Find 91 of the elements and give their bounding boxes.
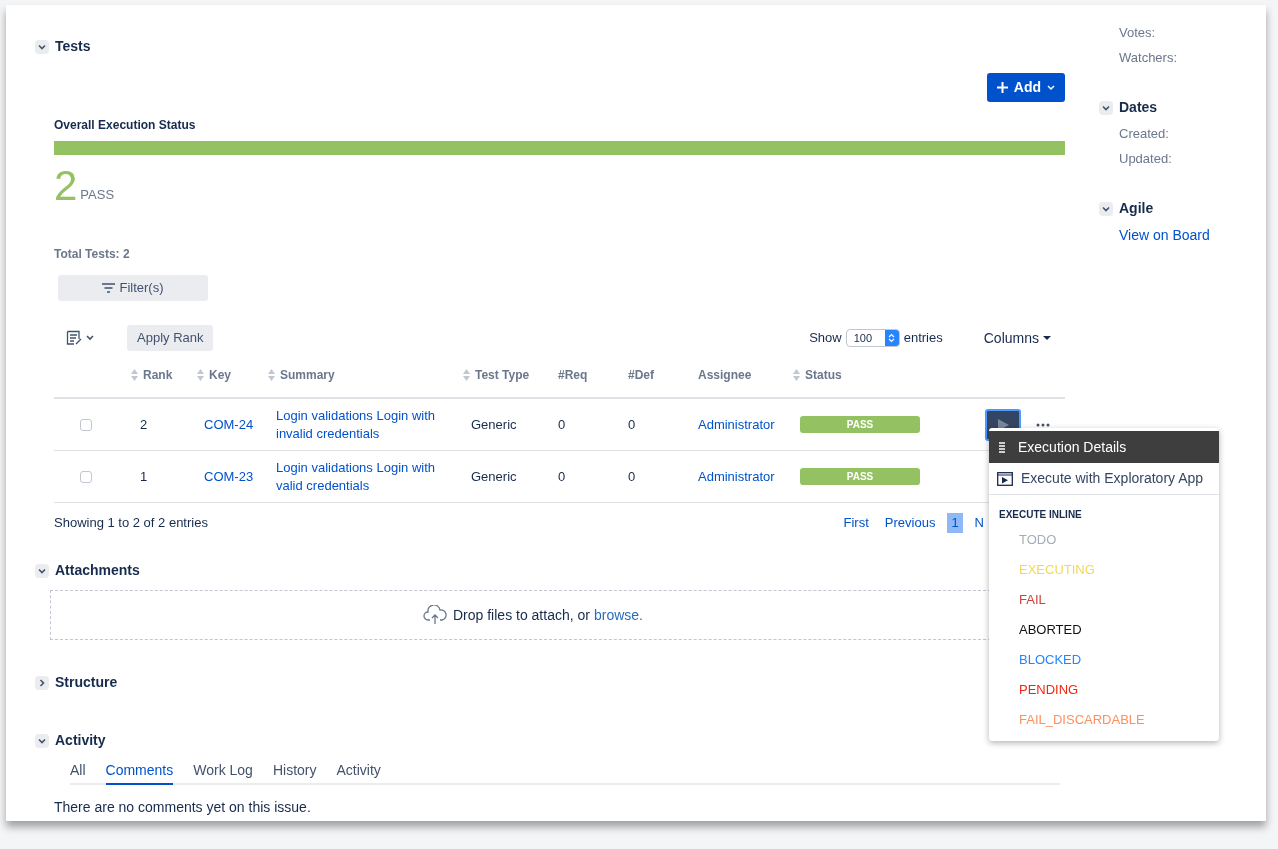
video-window-icon xyxy=(997,471,1013,486)
collapse-toggle[interactable] xyxy=(35,733,49,748)
test-type-cell-text: Generic xyxy=(470,467,518,486)
column-header[interactable]: Summary xyxy=(280,366,335,384)
status-badge: PASS xyxy=(800,468,920,485)
activity-tab[interactable]: History xyxy=(272,760,317,785)
pass-count: 2 xyxy=(54,165,78,207)
column-header[interactable]: Rank xyxy=(143,366,173,384)
show-label: Show xyxy=(809,329,842,348)
column-header[interactable]: Test Type xyxy=(475,366,530,384)
section-title: Activity xyxy=(55,731,106,750)
status-option[interactable]: FAIL xyxy=(1019,585,1046,615)
issue-key-link[interactable]: COM-23 xyxy=(197,466,254,487)
row-checkbox[interactable] xyxy=(80,470,92,483)
collapse-toggle[interactable] xyxy=(1099,201,1113,216)
section-title: Dates xyxy=(1119,98,1158,117)
field-label: Watchers: xyxy=(1119,49,1179,67)
plus-icon xyxy=(996,82,1008,93)
rank-cell-text: 2 xyxy=(139,415,149,434)
filter-icon xyxy=(102,283,116,293)
filter-button[interactable]: Filter(s) xyxy=(58,275,208,301)
status-badge: PASS xyxy=(800,416,920,433)
showing-entries: Showing 1 to 2 of 2 entries xyxy=(54,514,208,533)
section-title: Tests xyxy=(55,37,91,56)
pagination-link[interactable]: N xyxy=(970,513,988,533)
collapse-toggle[interactable] xyxy=(35,563,49,578)
rank-cell-text: 1 xyxy=(139,467,149,486)
list-icon xyxy=(999,441,1005,453)
chevron-icon xyxy=(1102,204,1110,213)
menu-item[interactable]: Execution Details xyxy=(989,431,1219,463)
menu-item[interactable]: Execute with Exploratory App xyxy=(989,463,1219,495)
caret-icon xyxy=(1047,84,1055,91)
bulk-edit-button[interactable] xyxy=(66,330,94,346)
req-count-cell-text: 0 xyxy=(557,467,567,486)
column-header[interactable]: Key xyxy=(209,366,231,384)
browse-link[interactable]: browse. xyxy=(593,604,643,626)
total-tests: Total Tests: 2 xyxy=(54,246,131,263)
pagination-link[interactable]: Previous xyxy=(880,513,940,533)
test-type-cell-text: Generic xyxy=(470,415,518,434)
pass-label: PASS xyxy=(80,185,115,204)
assignee-link[interactable]: Administrator xyxy=(693,466,793,487)
menu-section-title: EXECUTE INLINE xyxy=(999,508,1083,522)
section-title: Structure xyxy=(55,673,118,692)
column-header[interactable]: Assignee xyxy=(698,366,752,384)
field-label: Created: xyxy=(1119,125,1170,143)
more-icon xyxy=(1036,422,1050,427)
column-header[interactable]: Status xyxy=(805,366,842,384)
expand-toggle[interactable] xyxy=(35,675,49,690)
def-count-cell-text: 0 xyxy=(627,415,637,434)
status-option[interactable]: BLOCKED xyxy=(1019,645,1082,675)
status-option[interactable]: ABORTED xyxy=(1019,615,1082,645)
column-header[interactable]: #Def xyxy=(628,366,654,384)
field-label: Votes: xyxy=(1119,24,1157,42)
def-count-cell-text: 0 xyxy=(627,467,637,486)
status-option[interactable]: PENDING xyxy=(1019,675,1079,705)
pagination-link[interactable]: First xyxy=(839,513,873,533)
overall-status-label: Overall Execution Status xyxy=(54,117,197,134)
collapse-toggle[interactable] xyxy=(35,39,49,54)
summary-link[interactable]: Login validations Login with valid credentials xyxy=(268,458,463,495)
activity-tab[interactable]: Activity xyxy=(336,760,381,785)
column-header[interactable]: #Req xyxy=(558,366,588,384)
activity-tab[interactable]: All xyxy=(70,760,86,785)
chevron-icon xyxy=(38,678,46,687)
stepper-icon xyxy=(888,333,896,343)
section-title: Attachments xyxy=(55,561,140,580)
add-button[interactable]: Add xyxy=(986,73,1065,102)
chevron-icon xyxy=(38,736,46,745)
cloud-upload-icon xyxy=(423,605,447,625)
section-title: Agile xyxy=(1119,199,1154,218)
caret-icon xyxy=(86,335,94,341)
assignee-link[interactable]: Administrator xyxy=(693,414,793,435)
collapse-toggle[interactable] xyxy=(1099,100,1113,115)
empty-comments-message: There are no comments yet on this issue. xyxy=(54,798,312,817)
list-edit-icon xyxy=(66,330,82,346)
entries-select[interactable]: 100 xyxy=(845,329,900,347)
req-count-cell-text: 0 xyxy=(557,415,567,434)
chevron-icon xyxy=(38,42,46,51)
chevron-icon xyxy=(1102,103,1110,112)
chevron-icon xyxy=(38,566,46,575)
drop-text: Drop files to attach, or xyxy=(453,605,590,625)
summary-link[interactable]: Login validations Login with invalid credentials xyxy=(268,406,463,443)
apply-rank-button[interactable]: Apply Rank xyxy=(127,325,214,351)
view-on-board-link[interactable]: View on Board xyxy=(1119,225,1210,246)
entries-label: entries xyxy=(903,329,943,348)
issue-key-link[interactable]: COM-24 xyxy=(197,414,254,435)
row-checkbox[interactable] xyxy=(80,418,92,431)
activity-tab[interactable]: Work Log xyxy=(193,760,253,785)
caret-icon xyxy=(1043,335,1051,341)
activity-tab[interactable]: Comments xyxy=(105,760,174,785)
field-label: Updated: xyxy=(1119,150,1173,168)
columns-button[interactable]: Columns xyxy=(983,327,1051,349)
